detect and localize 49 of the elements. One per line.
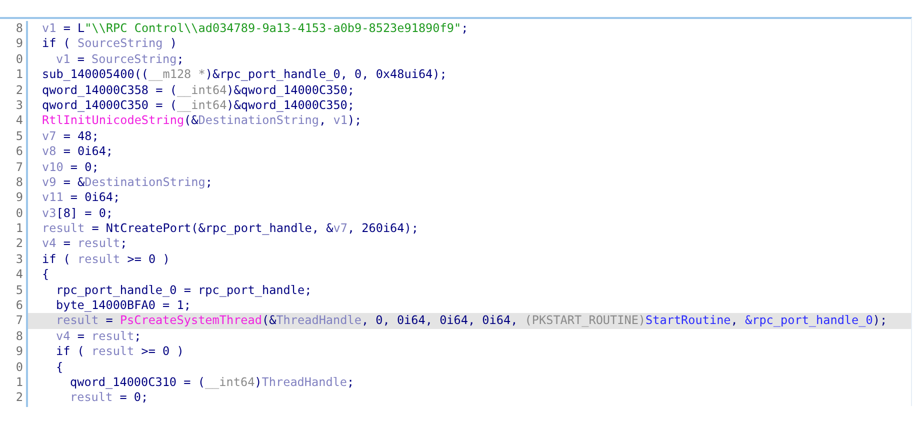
line-number: 5 — [16, 128, 23, 144]
line-number: 0 — [16, 52, 23, 68]
line-number: 8 — [16, 21, 23, 36]
line-number: 6 — [16, 298, 23, 314]
line-number: 1 — [16, 221, 23, 236]
line-number: 0 — [16, 360, 23, 375]
line-number: 3 — [16, 98, 23, 114]
line-number: 9 — [16, 36, 23, 52]
code-line: if ( result >= 0 ) — [55, 344, 185, 360]
line-number: 8 — [16, 328, 23, 344]
code-line: v1 = L"\\RPC Control\\ad034789-9a13-4153-a0b9-8523e91890f9"; — [41, 21, 470, 36]
code-line: v4 = result; — [55, 328, 142, 344]
line-number: 6 — [16, 144, 23, 160]
code-line: RtlInitUnicodeString(&DestinationString, v1); — [41, 113, 363, 129]
line-number: 8 — [16, 174, 23, 190]
line-number: 3 — [16, 252, 23, 268]
code-line: qword_14000C310 = (__int64)ThreadHandle; — [69, 374, 356, 390]
code-line: { — [41, 267, 50, 283]
line-number: 0 — [16, 206, 23, 222]
line-number: 5 — [16, 282, 23, 298]
code-line: rpc_port_handle_0 = rpc_port_handle; — [55, 282, 313, 298]
code-line: qword_14000C358 = (__int64)&qword_14000C350; — [41, 82, 356, 98]
line-number: 2 — [16, 236, 23, 252]
code-line: v4 = result; — [41, 236, 128, 252]
line-number: 4 — [16, 267, 23, 283]
code-line: v3[8] = 0; — [41, 206, 114, 222]
code-line: sub_140005400((__m128 *)&rpc_port_handle_0, 0, 0x48ui64); — [41, 67, 448, 83]
code-line: v1 = SourceString; — [55, 52, 185, 68]
line-number: 4 — [16, 113, 23, 129]
code-line: { — [55, 360, 64, 375]
line-number: 2 — [16, 82, 23, 98]
line-number: 7 — [16, 160, 23, 175]
code-line: if ( SourceString ) — [41, 36, 178, 52]
line-number: 7 — [16, 313, 23, 329]
code-line: qword_14000C350 = (__int64)&qword_14000C350; — [41, 98, 356, 114]
code-line: v10 = 0; — [41, 160, 100, 175]
code-line: byte_14000BFA0 = 1; — [55, 298, 192, 314]
code-line: v7 = 48; — [41, 128, 100, 144]
line-number: 1 — [16, 374, 23, 390]
line-number: 9 — [16, 190, 23, 206]
code-line: result = NtCreatePort(&rpc_port_handle, &v7, 260i64); — [41, 221, 420, 236]
code-line: result = 0; — [69, 390, 150, 406]
code-line: if ( result >= 0 ) — [41, 252, 171, 268]
code-line: v9 = &DestinationString; — [41, 174, 214, 190]
code-line: v11 = 0i64; — [41, 190, 122, 206]
line-number: 9 — [16, 344, 23, 360]
line-number: 1 — [16, 67, 23, 83]
code-line: v8 = 0i64; — [41, 144, 114, 160]
line-number: 2 — [16, 390, 23, 406]
